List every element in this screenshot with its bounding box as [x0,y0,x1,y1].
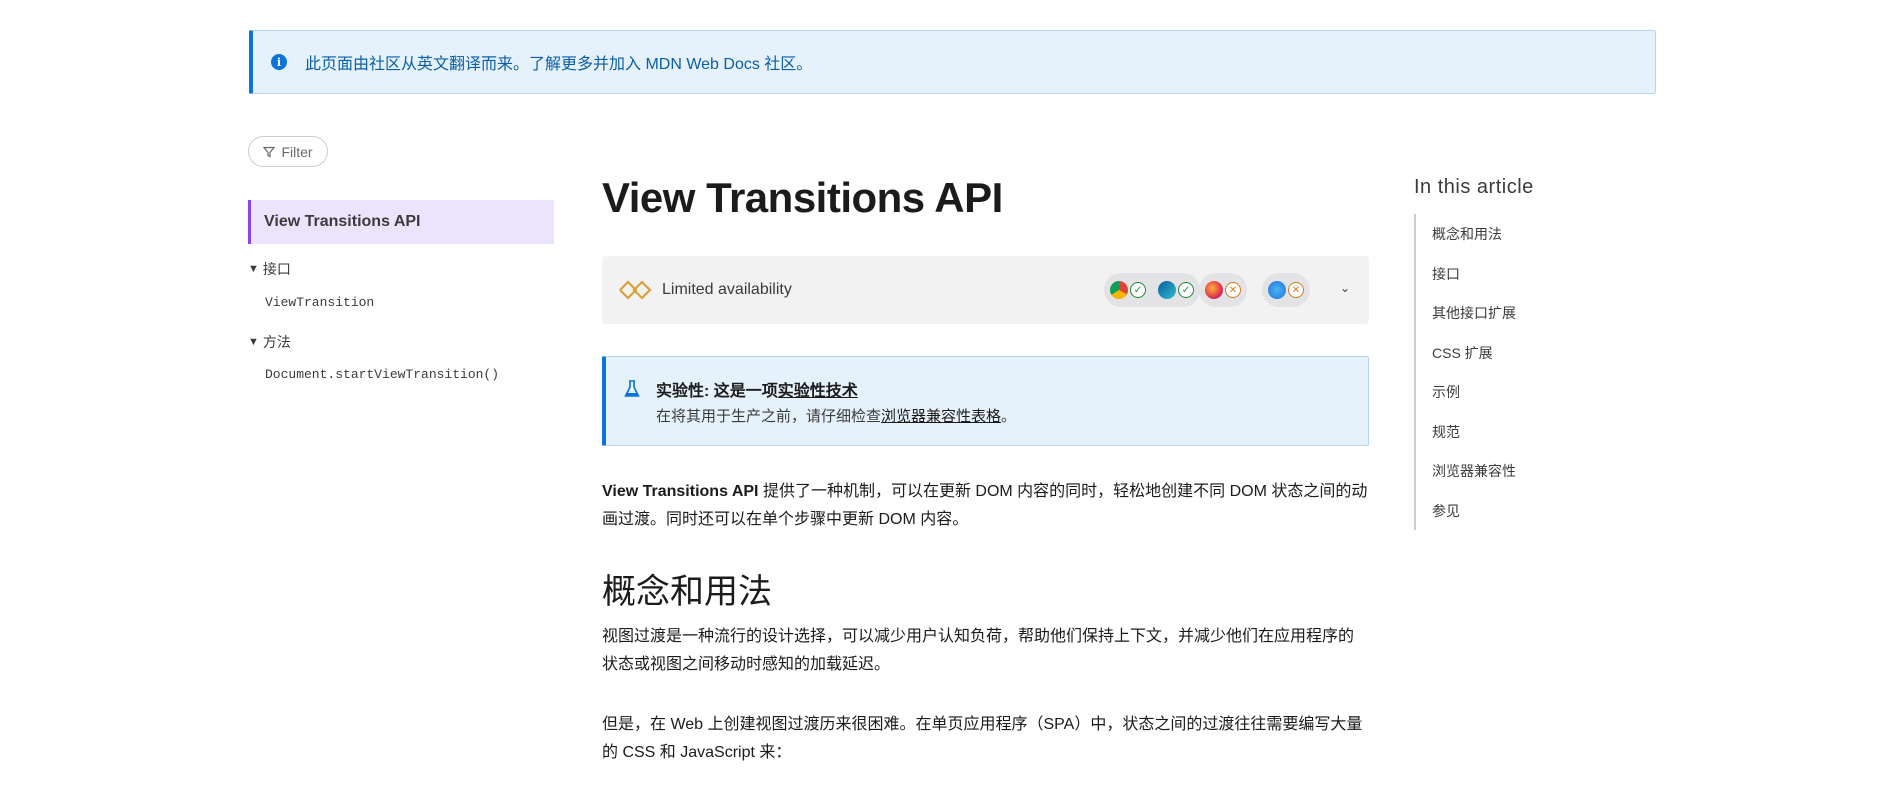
experimental-notice: 实验性: 这是一项实验性技术 在将其用于生产之前，请仔细检查浏览器兼容性表格。 [602,356,1369,446]
notice-text: 此页面由社区从英文翻译而来。了解更多并加入 MDN Web Docs 社区。 [305,56,813,73]
safari-icon [1268,281,1286,299]
toc-title: In this article [1414,176,1534,198]
chrome-icon [1110,281,1128,299]
intro-api-name: View Transitions API [602,483,759,500]
availability-label: Limited availability [662,281,792,298]
sidebar-group-interfaces[interactable]: ▼ 接口 [248,259,291,279]
experimental-title: 实验性: 这是一项实验性技术 [656,377,858,401]
translation-notice: i 此页面由社区从英文翻译而来。了解更多并加入 MDN Web Docs 社区。 [249,30,1656,94]
sidebar-filter-button[interactable]: Filter [248,136,328,167]
triangle-down-icon: ▼ [248,336,259,348]
section-heading-concepts: 概念和用法 [602,573,772,611]
supported-check-icon: ✓ [1130,282,1146,298]
filter-icon [263,146,276,157]
experimental-prefix: 实验性: 这是一项 [656,383,778,400]
sidebar-item-startviewtransition[interactable]: Document.startViewTransition() [265,367,499,382]
intro-paragraph: View Transitions API 提供了一种机制，可以在更新 DOM 内… [602,478,1369,534]
supported-check-icon: ✓ [1178,282,1194,298]
experimental-warning-suffix: 。 [1001,408,1017,425]
toc-item-css[interactable]: CSS 扩展 [1432,343,1493,363]
triangle-down-icon: ▼ [248,263,259,275]
toc-item-see-also[interactable]: 参见 [1432,501,1460,521]
unsupported-x-icon: ✕ [1225,282,1241,298]
browser-group-chromium[interactable]: ✓ ✓ [1104,273,1200,307]
chevron-down-icon[interactable]: ⌄ [1340,281,1350,295]
edge-icon [1158,281,1176,299]
toc-item-examples[interactable]: 示例 [1432,382,1460,402]
page-title: View Transitions API [602,174,1003,221]
experimental-warning-prefix: 在将其用于生产之前，请仔细检查 [656,408,882,425]
concepts-paragraph-2: 但是，在 Web 上创建视图过渡历来很困难。在单页应用程序（SPA）中，状态之间… [602,716,1363,761]
sidebar-item-view-transitions-api[interactable]: View Transitions API [248,200,554,244]
sidebar-group-label: 接口 [262,261,291,277]
browser-group-firefox[interactable]: ✕ [1199,273,1247,307]
toc-item-compat[interactable]: 浏览器兼容性 [1432,461,1516,481]
flask-icon [624,380,640,397]
sidebar-item-viewtransition[interactable]: ViewTransition [265,295,374,310]
concepts-paragraph-1: 视图过渡是一种流行的设计选择，可以减少用户认知负荷，帮助他们保持上下文，并减少他… [602,628,1355,673]
filter-label: Filter [281,143,313,160]
firefox-icon [1205,281,1223,299]
toc-item-concepts[interactable]: 概念和用法 [1432,224,1502,244]
sidebar-group-methods[interactable]: ▼ 方法 [248,332,291,352]
toc-item-interfaces[interactable]: 接口 [1432,264,1460,284]
toc-list: 概念和用法 接口 其他接口扩展 CSS 扩展 示例 规范 浏览器兼容性 参见 [1414,214,1616,530]
experimental-link[interactable]: 实验性技术 [778,383,858,400]
experimental-warning: 在将其用于生产之前，请仔细检查浏览器兼容性表格。 [656,405,1016,426]
info-icon: i [271,54,287,70]
unsupported-x-icon: ✕ [1288,282,1304,298]
toc-item-specs[interactable]: 规范 [1432,422,1460,442]
toc-item-extensions[interactable]: 其他接口扩展 [1432,303,1516,323]
limited-availability-icon [619,280,652,300]
availability-banner: Limited availability ✓ ✓ ✕ ✕ ⌄ [602,256,1369,324]
browser-group-safari[interactable]: ✕ [1262,273,1310,307]
sidebar-group-label: 方法 [262,334,291,350]
compat-table-link[interactable]: 浏览器兼容性表格 [881,408,1001,425]
